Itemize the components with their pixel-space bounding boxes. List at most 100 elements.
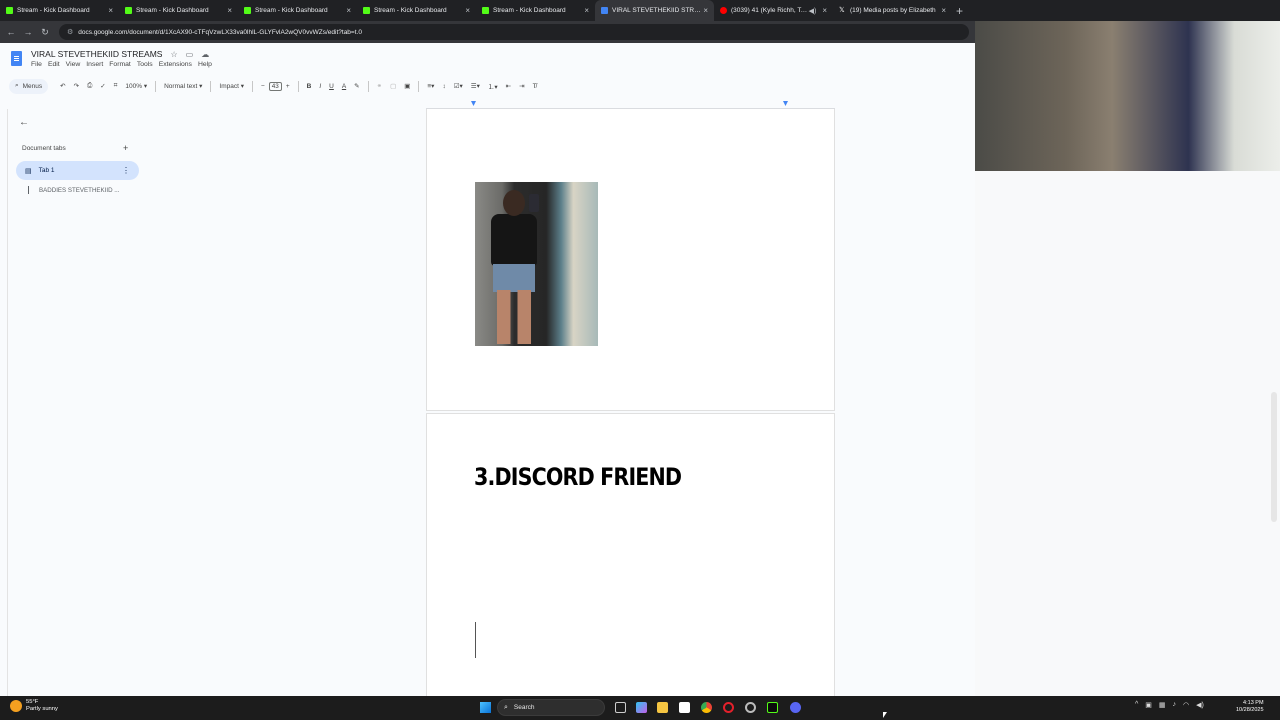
- comment-icon[interactable]: ▢: [390, 82, 396, 90]
- embedded-photo[interactable]: [475, 182, 598, 346]
- outline-heading-item[interactable]: BADDIES STEVETHEKIID ...: [28, 186, 119, 194]
- streaming-app-icon[interactable]: [745, 702, 756, 713]
- browser-tab[interactable]: 𝕏 (19) Media posts by Elizabeth ×: [833, 0, 952, 21]
- numbered-list-icon[interactable]: ⒈▾: [488, 81, 498, 91]
- menu-view[interactable]: View: [66, 61, 81, 68]
- menu-format[interactable]: Format: [109, 61, 131, 68]
- menu-tools[interactable]: Tools: [137, 61, 153, 68]
- copilot-icon[interactable]: [636, 702, 647, 713]
- close-tab-icon[interactable]: ×: [227, 6, 232, 15]
- vertical-ruler[interactable]: [0, 109, 8, 696]
- insert-image-icon[interactable]: ▣: [404, 82, 410, 90]
- forward-icon[interactable]: →: [22, 27, 34, 37]
- redo-icon[interactable]: ↷: [74, 82, 79, 90]
- left-indent-marker[interactable]: [471, 101, 476, 106]
- tray-overflow-icon[interactable]: ^: [1135, 701, 1138, 709]
- docs-logo-icon[interactable]: [11, 51, 22, 66]
- close-tab-icon[interactable]: ×: [108, 6, 113, 15]
- menu-file[interactable]: File: [31, 61, 42, 68]
- horizontal-ruler[interactable]: [426, 101, 835, 109]
- windows-start-icon[interactable]: [480, 702, 491, 713]
- document-page[interactable]: [426, 109, 835, 411]
- paint-format-icon[interactable]: ⌗: [114, 82, 118, 90]
- more-options-icon[interactable]: ⋮: [122, 166, 130, 175]
- close-tab-icon[interactable]: ×: [584, 6, 589, 15]
- align-icon[interactable]: ≡▾: [427, 82, 434, 90]
- link-icon[interactable]: ⚭: [377, 82, 382, 90]
- increase-indent-icon[interactable]: ⇥: [519, 82, 524, 90]
- kick-app-icon[interactable]: [767, 702, 778, 713]
- file-explorer-icon[interactable]: [657, 702, 668, 713]
- close-tab-icon[interactable]: ×: [703, 6, 708, 15]
- increase-font-size-icon[interactable]: +: [286, 83, 290, 90]
- wifi-icon[interactable]: ◠: [1183, 701, 1189, 709]
- move-folder-icon[interactable]: ▭: [186, 50, 194, 59]
- zoom-select[interactable]: 100% ▾: [125, 82, 147, 90]
- close-tab-icon[interactable]: ×: [822, 6, 827, 15]
- taskbar-search[interactable]: ⌕ Search: [497, 699, 605, 716]
- browser-tab[interactable]: (3039) 41 (Kyle Richh, Tata ◀) ×: [714, 0, 833, 21]
- menu-help[interactable]: Help: [198, 61, 212, 68]
- doc-title[interactable]: VIRAL STEVETHEKIID STREAMS: [31, 49, 162, 59]
- spellcheck-icon[interactable]: ✓: [100, 82, 105, 90]
- bulleted-list-icon[interactable]: ☰▾: [471, 82, 480, 90]
- close-tab-icon[interactable]: ×: [346, 6, 351, 15]
- youtube-favicon-icon: [720, 7, 727, 14]
- close-tab-icon[interactable]: ×: [465, 6, 470, 15]
- tray-app-icon[interactable]: ▦: [1159, 701, 1166, 709]
- opera-icon[interactable]: [723, 702, 734, 713]
- underline-icon[interactable]: U: [329, 83, 334, 90]
- text-color-icon[interactable]: A: [342, 83, 346, 90]
- tray-app-icon[interactable]: ▣: [1145, 701, 1152, 709]
- font-size-input[interactable]: 43: [268, 81, 282, 91]
- search-menus-button[interactable]: ⌕ Menus: [9, 78, 49, 94]
- clear-formatting-icon[interactable]: T̸: [533, 83, 537, 90]
- taskbar-clock[interactable]: 4:13 PM 10/28/2025: [1236, 700, 1264, 714]
- scrollbar[interactable]: [1271, 392, 1277, 522]
- new-tab-button[interactable]: +: [956, 4, 963, 18]
- address-bar-row: ← → ↻ ⚙ docs.google.com/document/d/1XcAX9…: [0, 21, 975, 43]
- bold-icon[interactable]: B: [307, 83, 312, 90]
- star-icon[interactable]: ☆: [170, 50, 177, 59]
- line-spacing-icon[interactable]: ↕: [442, 83, 445, 90]
- checklist-icon[interactable]: ☑▾: [454, 82, 463, 90]
- menu-insert[interactable]: Insert: [86, 61, 103, 68]
- italic-icon[interactable]: I: [319, 83, 321, 90]
- discord-icon[interactable]: [790, 702, 801, 713]
- highlight-icon[interactable]: ✎: [354, 82, 359, 90]
- notification-bell-icon[interactable]: ♪: [1173, 701, 1177, 709]
- site-info-icon[interactable]: ⚙: [67, 28, 73, 36]
- speaker-icon[interactable]: ◀): [809, 7, 817, 15]
- browser-tab[interactable]: Stream - Kick Dashboard ×: [357, 0, 476, 21]
- back-icon[interactable]: ←: [5, 27, 17, 37]
- volume-icon[interactable]: ◀): [1196, 701, 1204, 709]
- store-icon[interactable]: [679, 702, 690, 713]
- doc-tab-item[interactable]: ▤ Tab 1 ⋮: [16, 161, 139, 180]
- text-cursor: [475, 622, 476, 658]
- add-tab-icon[interactable]: +: [123, 143, 128, 153]
- browser-tab[interactable]: Stream - Kick Dashboard ×: [476, 0, 595, 21]
- url-field[interactable]: ⚙ docs.google.com/document/d/1XcAX90-cTFq…: [59, 24, 969, 40]
- task-view-icon[interactable]: [615, 702, 626, 713]
- weather-widget[interactable]: 55°F Partly sunny: [10, 699, 58, 713]
- cloud-status-icon[interactable]: ☁: [201, 50, 209, 59]
- back-arrow-icon[interactable]: ←: [19, 117, 29, 128]
- undo-icon[interactable]: ↶: [60, 82, 65, 90]
- print-icon[interactable]: ⎙: [87, 82, 92, 90]
- style-select[interactable]: Normal text ▾: [164, 82, 202, 90]
- decrease-indent-icon[interactable]: ⇤: [506, 82, 511, 90]
- menu-edit[interactable]: Edit: [48, 61, 60, 68]
- browser-tab-active[interactable]: VIRAL STEVETHEKIID STREAMS×: [595, 0, 714, 21]
- document-page[interactable]: 3.DISCORD FRIEND: [426, 413, 835, 696]
- close-tab-icon[interactable]: ×: [941, 6, 946, 15]
- browser-tab[interactable]: Stream - Kick Dashboard ×: [119, 0, 238, 21]
- reload-icon[interactable]: ↻: [39, 27, 51, 38]
- decrease-font-size-icon[interactable]: −: [261, 83, 265, 90]
- menu-extensions[interactable]: Extensions: [159, 61, 192, 68]
- browser-tab[interactable]: Stream - Kick Dashboard ×: [0, 0, 119, 21]
- font-select[interactable]: Impact ▾: [219, 82, 244, 90]
- browser-tab[interactable]: Stream - Kick Dashboard ×: [238, 0, 357, 21]
- chrome-icon[interactable]: [701, 702, 712, 713]
- right-indent-marker[interactable]: [783, 101, 788, 106]
- page-heading[interactable]: 3.DISCORD FRIEND: [474, 463, 682, 491]
